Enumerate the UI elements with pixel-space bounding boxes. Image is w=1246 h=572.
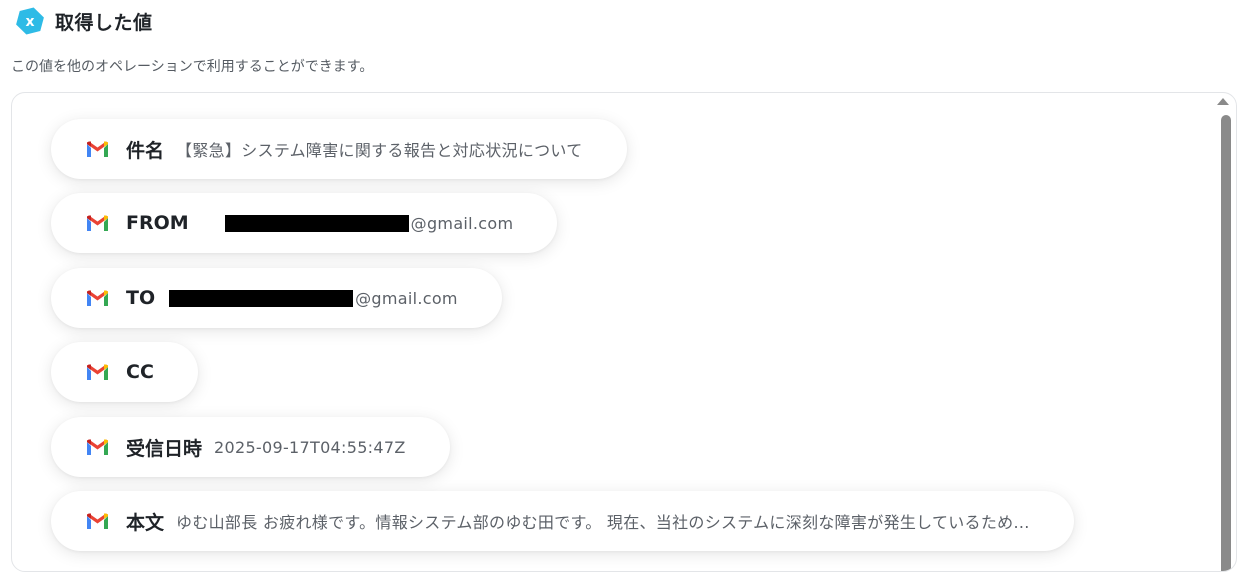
x-hexagon-icon: x bbox=[14, 5, 46, 37]
field-label: TO bbox=[126, 287, 156, 309]
page-title: 取得した値 bbox=[55, 11, 153, 34]
scroll-up-arrow-icon[interactable] bbox=[1217, 98, 1229, 105]
field-value: 【緊急】システム障害に関する報告と対応状況について bbox=[176, 141, 583, 160]
field-body[interactable]: 本文 ゆむ山部長 お疲れ様です。情報システム部のゆむ田です。 現在、当社のシステ… bbox=[51, 491, 1074, 551]
gmail-icon bbox=[85, 140, 110, 159]
redaction-bar bbox=[169, 289, 354, 307]
field-label: FROM bbox=[126, 212, 189, 234]
header: x 取得した値 bbox=[14, 6, 153, 36]
field-label: 受信日時 bbox=[126, 437, 203, 460]
field-value: @gmail.com bbox=[355, 288, 458, 308]
scroll-thumb[interactable] bbox=[1221, 115, 1231, 571]
redaction-bar bbox=[224, 214, 409, 232]
field-subject[interactable]: 件名 【緊急】システム障害に関する報告と対応状況について bbox=[51, 119, 627, 179]
field-to[interactable]: TO @gmail.com bbox=[51, 268, 502, 328]
values-panel: 件名 【緊急】システム障害に関する報告と対応状況について FROM @gmail… bbox=[11, 92, 1237, 572]
field-label: CC bbox=[126, 361, 154, 383]
field-value: @gmail.com bbox=[410, 213, 514, 233]
vertical-scrollbar[interactable] bbox=[1217, 93, 1231, 571]
gmail-icon bbox=[85, 214, 110, 233]
field-cc[interactable]: CC bbox=[51, 342, 198, 402]
field-label: 本文 bbox=[126, 511, 165, 534]
field-received-at[interactable]: 受信日時 2025-09-17T04:55:47Z bbox=[51, 417, 450, 477]
gmail-icon bbox=[85, 289, 110, 308]
field-from[interactable]: FROM @gmail.com bbox=[51, 193, 558, 253]
gmail-icon bbox=[85, 438, 110, 457]
field-value: ゆむ山部長 お疲れ様です。情報システム部のゆむ田です。 現在、当社のシステムに深… bbox=[176, 513, 1030, 532]
field-label: 件名 bbox=[126, 139, 165, 162]
page-subtitle: この値を他のオペレーションで利用することができます。 bbox=[11, 59, 374, 75]
svg-text:x: x bbox=[25, 14, 34, 30]
gmail-icon bbox=[85, 512, 110, 531]
gmail-icon bbox=[85, 363, 110, 382]
field-value: 2025-09-17T04:55:47Z bbox=[214, 437, 406, 457]
